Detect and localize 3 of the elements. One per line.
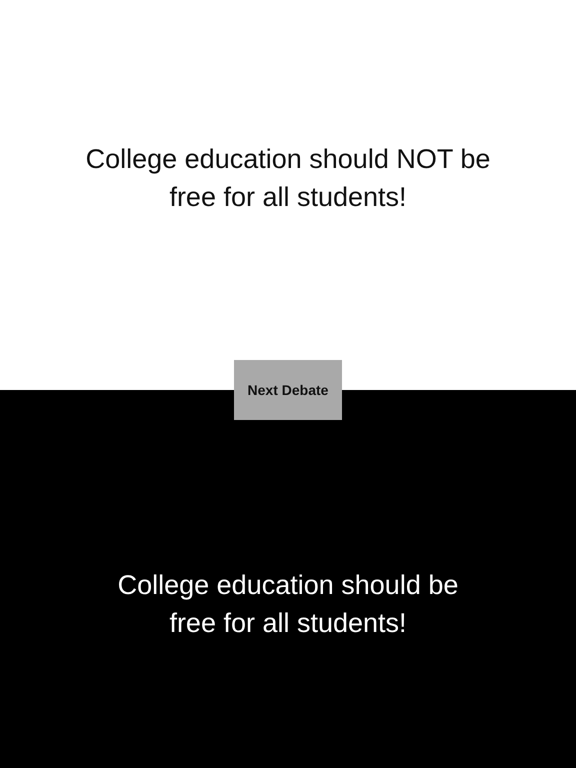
statement-text: College education should NOT be free for all students! bbox=[84, 143, 492, 214]
next-debate-button[interactable]: Next Debate bbox=[234, 360, 342, 420]
statement-text: College education should be free for all students! bbox=[116, 569, 460, 640]
